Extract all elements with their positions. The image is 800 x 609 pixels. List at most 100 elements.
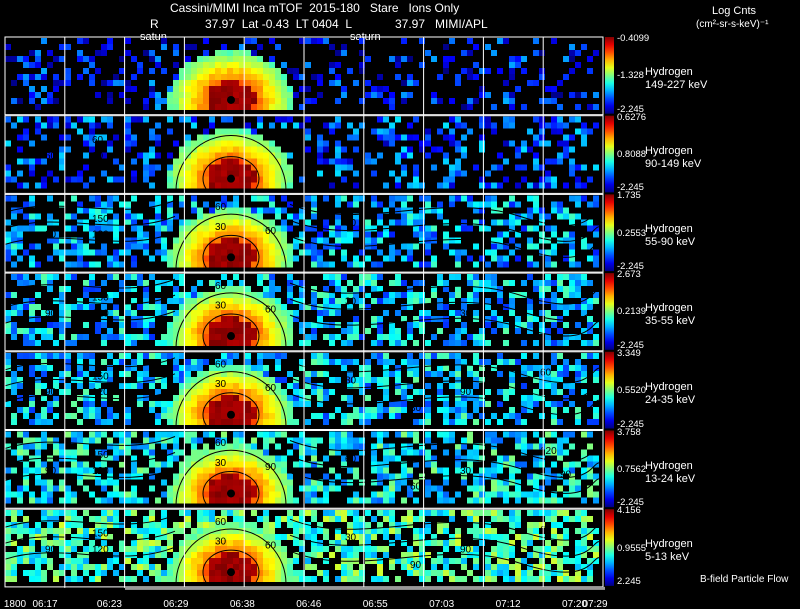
heatmap-cell	[83, 400, 89, 407]
heatmap-cell	[365, 231, 371, 238]
heatmap-cell	[575, 164, 581, 171]
heatmap-cell	[209, 261, 215, 268]
heatmap-cell	[107, 406, 113, 413]
heatmap-cell	[269, 394, 275, 401]
heatmap-cell	[329, 280, 335, 287]
heatmap-cell	[347, 497, 353, 504]
heatmap-cell	[533, 394, 539, 401]
heatmap-cell	[467, 412, 473, 419]
heatmap-cell	[215, 56, 221, 62]
heatmap-cell	[533, 510, 539, 517]
heatmap-cell	[269, 164, 275, 171]
heatmap-cell	[89, 176, 95, 183]
heatmap-cell	[77, 207, 83, 214]
heatmap-cell	[203, 74, 209, 80]
heatmap-cell	[155, 304, 161, 311]
heatmap-cell	[257, 98, 263, 104]
heatmap-cell	[365, 219, 371, 226]
heatmap-cell	[269, 528, 275, 535]
heatmap-cell	[167, 128, 173, 135]
heatmap-cell	[125, 382, 131, 389]
heatmap-cell	[365, 328, 371, 335]
heatmap-cell	[203, 201, 209, 208]
heatmap-cell	[335, 237, 341, 244]
heatmap-cell	[581, 274, 587, 281]
heatmap-cell	[191, 437, 197, 444]
heatmap-cell	[449, 340, 455, 347]
heatmap-cell	[185, 140, 191, 147]
heatmap-cell	[191, 286, 197, 293]
heatmap-cell	[197, 418, 203, 425]
heatmap-cell	[455, 122, 461, 129]
heatmap-cell	[431, 334, 437, 341]
heatmap-cell	[191, 98, 197, 104]
heatmap-cell	[143, 546, 149, 553]
heatmap-cell	[461, 322, 467, 329]
heatmap-cell	[35, 243, 41, 250]
heatmap-cell	[125, 352, 131, 359]
heatmap-cell	[347, 467, 353, 474]
heatmap-cell	[515, 516, 521, 523]
heatmap-cell	[305, 510, 311, 517]
heatmap-cell	[425, 461, 431, 468]
heatmap-cell	[209, 564, 215, 571]
heatmap-cell	[311, 74, 317, 80]
contour-label: 60	[265, 304, 277, 315]
heatmap-cell	[485, 552, 491, 559]
heatmap-cell	[59, 134, 65, 141]
heatmap-cell	[461, 412, 467, 419]
heatmap-cell	[203, 310, 209, 317]
heatmap-cell	[467, 50, 473, 56]
heatmap-cell	[467, 201, 473, 208]
heatmap-cell	[437, 528, 443, 535]
heatmap-cell	[215, 86, 221, 92]
heatmap-cell	[581, 128, 587, 135]
heatmap-cell	[407, 431, 413, 438]
heatmap-cell	[95, 418, 101, 425]
heatmap-cell	[431, 292, 437, 299]
heatmap-cell	[41, 510, 47, 517]
heatmap-cell	[389, 249, 395, 256]
heatmap-cell	[83, 304, 89, 311]
heatmap-cell	[455, 195, 461, 202]
heatmap-cell	[395, 280, 401, 287]
heatmap-cell	[125, 334, 131, 341]
heatmap-cell	[431, 231, 437, 238]
heatmap-cell	[215, 261, 221, 268]
heatmap-cell	[143, 158, 149, 165]
heatmap-cell	[305, 38, 311, 44]
heatmap-cell	[113, 213, 119, 220]
heatmap-cell	[533, 340, 539, 347]
heatmap-cell	[557, 207, 563, 214]
heatmap-cell	[431, 56, 437, 62]
heatmap-cell	[197, 546, 203, 553]
heatmap-cell	[497, 370, 503, 377]
heatmap-cell	[47, 510, 53, 517]
heatmap-cell	[581, 280, 587, 287]
heatmap-cell	[269, 280, 275, 287]
heatmap-cell	[497, 455, 503, 462]
heatmap-cell	[425, 310, 431, 317]
heatmap-cell	[263, 352, 269, 359]
heatmap-cell	[431, 485, 437, 492]
heatmap-cell	[323, 510, 329, 517]
time-tick-label: 1800	[4, 599, 27, 609]
heatmap-cell	[245, 261, 251, 268]
heatmap-cell	[593, 231, 599, 238]
heatmap-cell	[167, 406, 173, 413]
heatmap-cell	[551, 510, 557, 517]
heatmap-cell	[461, 104, 467, 110]
heatmap-cell	[191, 255, 197, 262]
heatmap-cell	[269, 552, 275, 559]
heatmap-cell	[29, 528, 35, 535]
heatmap-cell	[137, 225, 143, 232]
heatmap-cell	[257, 304, 263, 311]
heatmap-cell	[317, 158, 323, 165]
legend-note: B-field Particle Flow	[700, 574, 789, 585]
heatmap-cell	[575, 280, 581, 287]
heatmap-cell	[41, 38, 47, 44]
heatmap-cell	[101, 564, 107, 571]
heatmap-cell	[287, 479, 293, 486]
heatmap-cell	[197, 104, 203, 110]
heatmap-cell	[77, 298, 83, 305]
